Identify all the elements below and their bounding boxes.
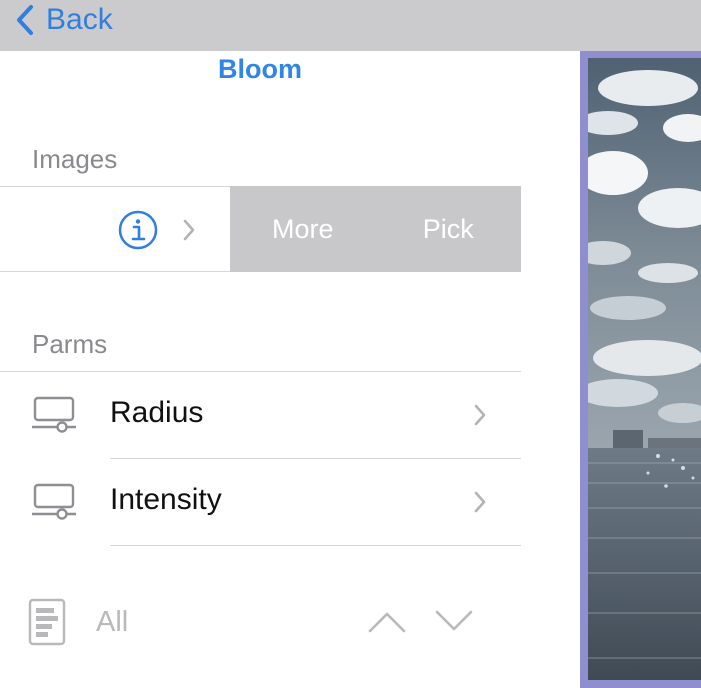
image-preview[interactable] <box>588 58 701 680</box>
image-preview-frame <box>580 51 701 688</box>
slider-icon <box>32 483 76 520</box>
filter-all-label[interactable]: All <box>96 606 128 639</box>
images-section-header: Images <box>32 144 118 174</box>
page-title: Bloom <box>218 54 302 84</box>
divider <box>110 545 521 546</box>
chevron-right-icon <box>183 219 195 241</box>
image-list-row[interactable] <box>0 186 230 272</box>
chevron-down-icon[interactable] <box>434 606 474 636</box>
more-button[interactable]: More <box>230 186 376 272</box>
slider-icon <box>32 396 76 433</box>
document-list-icon[interactable] <box>28 598 66 646</box>
parms-section-header: Parms <box>32 329 108 359</box>
param-row-radius[interactable]: Radius <box>0 372 521 458</box>
param-label-intensity: Intensity <box>110 483 222 516</box>
back-label: Back <box>46 3 113 36</box>
swipe-actions: More Pick <box>230 186 521 272</box>
chevron-up-icon[interactable] <box>367 606 407 636</box>
top-bar: Back <box>0 0 701 51</box>
info-icon[interactable] <box>118 210 158 250</box>
back-button[interactable]: Back <box>14 2 113 38</box>
photo-landscape <box>588 58 701 680</box>
chevron-right-icon <box>474 491 486 513</box>
chevron-left-icon <box>17 5 33 35</box>
chevron-right-icon <box>474 404 486 426</box>
pick-button[interactable]: Pick <box>376 186 522 272</box>
param-row-intensity[interactable]: Intensity <box>0 459 521 545</box>
param-label-radius: Radius <box>110 396 204 429</box>
